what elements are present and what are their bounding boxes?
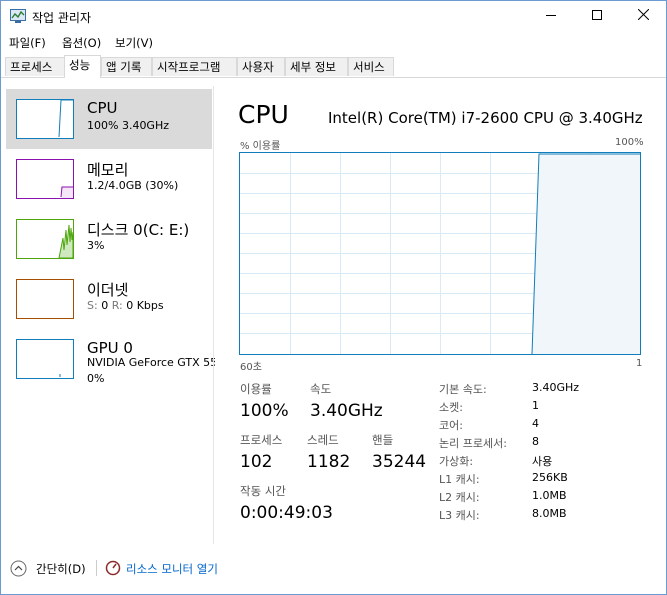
memory-detail: 1.2/4.0GB (30%) (87, 179, 179, 192)
maximize-button[interactable] (574, 1, 620, 32)
menu-file[interactable]: 파일(F) (9, 35, 46, 51)
l3-cache-value: 8.0MB (532, 507, 567, 520)
sidebar-item-memory[interactable]: 메모리 1.2/4.0GB (30%) (6, 149, 212, 209)
logical-processors-label: 논리 프로세서: (439, 437, 507, 450)
speed-value: 3.40GHz (310, 401, 383, 421)
chevron-up-icon[interactable] (10, 560, 27, 577)
disk-label: 디스크 0(C: E:) (87, 221, 190, 239)
page-title: CPU (238, 100, 289, 129)
graph-time-label: 60초 (240, 362, 262, 373)
cores-label: 코어: (439, 419, 463, 432)
l2-cache-value: 1.0MB (532, 489, 567, 502)
sidebar-item-gpu[interactable]: GPU 0 NVIDIA GeForce GTX 55 0% (6, 329, 215, 389)
l2-cache-label: L2 캐시: (439, 491, 480, 504)
cpu-utilization-graph (239, 152, 641, 355)
tab-performance[interactable]: 성능 (64, 55, 101, 78)
memory-thumbnail-graph (16, 159, 74, 199)
virtualization-label: 가상화: (439, 455, 474, 468)
ethernet-receive-label: R: (111, 299, 123, 312)
sidebar-divider (213, 86, 214, 544)
gpu-model: NVIDIA GeForce GTX 55 (87, 356, 215, 369)
footer-bar: 간단히(D) 리소스 모니터 열기 (1, 553, 666, 583)
ethernet-send-value: 0 (101, 299, 109, 312)
gpu-detail: 0% (87, 372, 105, 385)
threads-label: 스레드 (307, 433, 339, 447)
ethernet-label: 이더넷 (87, 281, 129, 299)
uptime-label: 작동 시간 (240, 484, 286, 498)
resource-monitor-icon[interactable] (105, 560, 121, 576)
l1-cache-label: L1 캐시: (439, 473, 480, 486)
title-bar[interactable]: 작업 관리자 (1, 1, 666, 32)
close-button[interactable] (620, 1, 666, 32)
logical-processors-value: 8 (532, 435, 539, 448)
base-speed-value: 3.40GHz (532, 381, 580, 394)
graph-min-label: 1 (636, 358, 643, 369)
utilization-label: 이용률 (240, 382, 272, 396)
task-manager-icon (10, 9, 26, 23)
cpu-detail: 100% 3.40GHz (87, 119, 170, 132)
maximize-icon (592, 10, 602, 20)
cores-value: 4 (532, 417, 539, 430)
ethernet-receive-value: 0 Kbps (126, 299, 164, 312)
sockets-label: 소켓: (439, 401, 463, 414)
cpu-label: CPU (87, 99, 118, 117)
ethernet-send-label: S: (87, 299, 98, 312)
device-sidebar: CPU 100% 3.40GHz 메모리 1.2/4.0GB (30%) 디스크… (2, 86, 215, 546)
sidebar-item-disk[interactable]: 디스크 0(C: E:) 3% (6, 209, 212, 269)
menu-bar: 파일(F) 옵션(O) 보기(V) (1, 32, 666, 52)
virtualization-value: 사용 (532, 455, 553, 468)
utilization-value: 100% (240, 401, 289, 421)
ethernet-thumbnail-graph (16, 279, 74, 319)
graph-max-label: 100% (615, 137, 644, 148)
l3-cache-label: L3 캐시: (439, 509, 480, 522)
tab-strip: 프로세스 성능 앱 기록 시작프로그램 사용자 세부 정보 서비스 (1, 55, 666, 78)
handles-value: 35244 (372, 452, 427, 472)
tab-services[interactable]: 서비스 (348, 57, 394, 76)
uptime-value: 0:00:49:03 (240, 503, 333, 523)
sockets-value: 1 (532, 399, 539, 412)
disk-thumbnail-graph (16, 219, 74, 259)
disk-detail: 3% (87, 239, 105, 252)
graph-y-axis-label: % 이용률 (240, 141, 281, 152)
handles-label: 핸들 (372, 433, 394, 447)
tab-processes[interactable]: 프로세스 (5, 57, 65, 76)
threads-value: 1182 (307, 452, 351, 472)
window-title: 작업 관리자 (32, 11, 92, 25)
gpu-label: GPU 0 (87, 339, 133, 357)
menu-view[interactable]: 보기(V) (115, 35, 153, 51)
sidebar-item-ethernet[interactable]: 이더넷 S: 0 R: 0 Kbps (6, 269, 212, 329)
minimize-button[interactable] (528, 1, 574, 32)
sidebar-item-cpu[interactable]: CPU 100% 3.40GHz (6, 89, 212, 149)
tab-details[interactable]: 세부 정보 (285, 57, 348, 76)
memory-label: 메모리 (87, 161, 129, 179)
fewer-details-button[interactable]: 간단히(D) (36, 561, 86, 577)
processes-value: 102 (240, 452, 273, 472)
tab-users[interactable]: 사용자 (237, 57, 285, 76)
gpu-thumbnail-graph (16, 339, 74, 379)
l1-cache-value: 256KB (532, 471, 568, 484)
task-manager-window: 작업 관리자 파일(F) 옵션(O) 보기(V) 프로세스 성능 앱 기록 시작… (0, 0, 667, 595)
cpu-thumbnail-graph (16, 99, 74, 139)
processes-label: 프로세스 (240, 433, 283, 447)
base-speed-label: 기본 속도: (439, 383, 487, 396)
open-resource-monitor-link[interactable]: 리소스 모니터 열기 (126, 561, 218, 577)
minimize-icon (546, 15, 556, 16)
close-icon (637, 8, 649, 21)
menu-options[interactable]: 옵션(O) (62, 35, 101, 51)
tab-app-history[interactable]: 앱 기록 (101, 57, 152, 76)
ethernet-detail: S: 0 R: 0 Kbps (87, 299, 164, 312)
tab-startup[interactable]: 시작프로그램 (152, 57, 237, 76)
footer-divider (96, 560, 97, 576)
cpu-model-name: Intel(R) Core(TM) i7-2600 CPU @ 3.40GHz (328, 109, 643, 127)
speed-label: 속도 (310, 382, 332, 396)
